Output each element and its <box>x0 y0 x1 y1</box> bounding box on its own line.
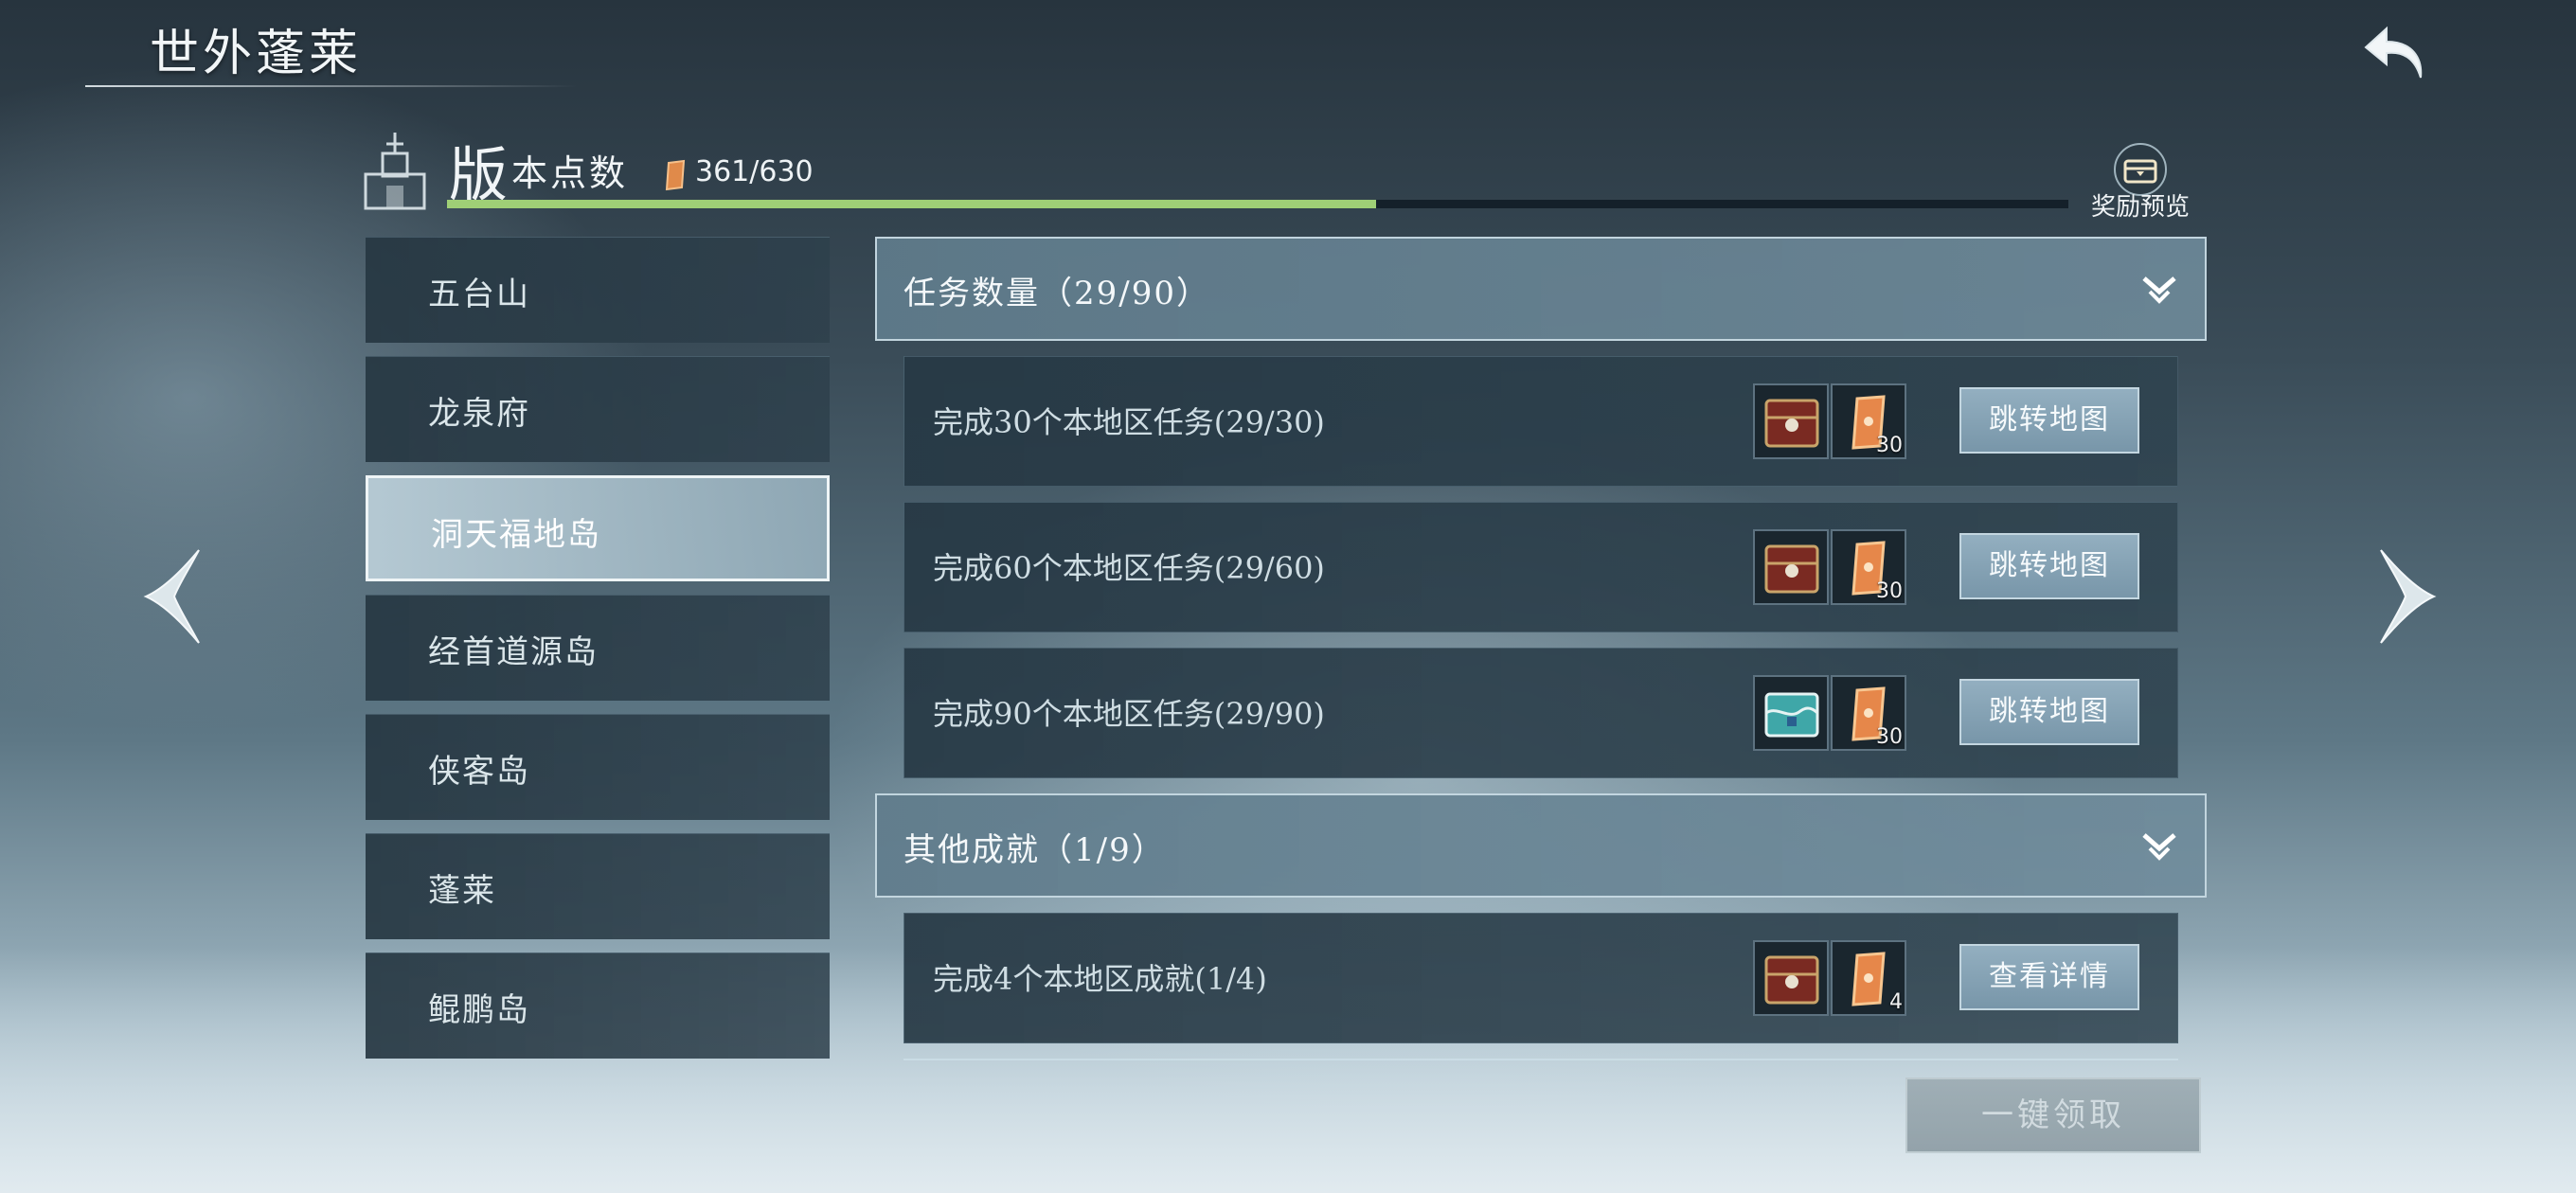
red-chest-icon <box>1764 955 1819 1005</box>
reward-slot[interactable] <box>1753 383 1829 459</box>
reward-quantity: 30 <box>1876 725 1903 749</box>
version-title-small: 本点数 <box>511 152 629 194</box>
jump-to-map-button[interactable]: 跳转地图 <box>1959 679 2139 745</box>
claim-all-button[interactable]: 一键领取 <box>1905 1077 2201 1153</box>
task-text: 完成90个本地区任务(29/90) <box>933 696 1325 732</box>
reward-preview-label: 奖励预览 <box>2090 193 2190 222</box>
reward-slot[interactable] <box>1753 675 1829 751</box>
sidebar-item-penglai[interactable]: 蓬莱 <box>366 833 830 939</box>
sidebar-item-label: 侠客岛 <box>428 753 530 791</box>
jump-to-map-button[interactable]: 跳转地图 <box>1959 533 2139 599</box>
reward-slot[interactable]: 4 <box>1831 940 1906 1016</box>
task-text: 完成60个本地区任务(29/60) <box>933 550 1325 586</box>
section-header-task-count[interactable]: 任务数量（29/90） <box>875 237 2207 341</box>
version-progress-bar <box>447 200 2068 208</box>
reward-quantity: 30 <box>1876 579 1903 603</box>
section-title: 其他成就（1/9） <box>903 831 1166 869</box>
scroll-point-icon <box>665 159 686 191</box>
sidebar-item-label: 洞天福地岛 <box>431 516 601 554</box>
section-title: 任务数量（29/90） <box>903 275 1210 312</box>
task-row: 完成4个本地区成就(1/4) 4 查看详情 <box>903 913 2178 1043</box>
version-points-row: 版 本点数 361/630 <box>362 131 2199 216</box>
red-chest-icon <box>1764 544 1819 594</box>
chevron-down-icon <box>2142 833 2176 861</box>
reward-slot[interactable]: 30 <box>1831 529 1906 605</box>
reward-slot[interactable]: 30 <box>1831 383 1906 459</box>
sidebar-item-wutaishan[interactable]: 五台山 <box>366 237 830 343</box>
reward-quantity: 4 <box>1889 990 1903 1014</box>
task-row: 完成30个本地区任务(29/30) 30 跳转地图 <box>903 356 2178 487</box>
task-text: 完成4个本地区成就(1/4) <box>933 961 1267 997</box>
reward-slot[interactable]: 30 <box>1831 675 1906 751</box>
task-text: 完成30个本地区任务(29/30) <box>933 404 1325 440</box>
return-arrow-icon <box>2364 26 2423 79</box>
next-page-arrow-icon[interactable] <box>2371 544 2438 649</box>
reward-slot[interactable] <box>1753 529 1829 605</box>
sidebar-item-label: 鲲鹏岛 <box>428 991 530 1029</box>
sidebar-item-label: 龙泉府 <box>428 395 530 433</box>
previous-page-arrow-icon[interactable] <box>142 544 208 649</box>
sidebar-item-label: 五台山 <box>428 276 530 313</box>
teal-chest-icon <box>1764 692 1819 738</box>
sidebar-item-label: 经首道源岛 <box>428 633 599 671</box>
version-points-count: 361/630 <box>695 155 814 188</box>
back-button[interactable] <box>2358 21 2434 87</box>
tower-icon <box>364 133 426 210</box>
version-progress-fill <box>447 200 1376 208</box>
reward-preview-button[interactable]: 奖励预览 <box>2084 142 2197 227</box>
reward-quantity: 30 <box>1876 434 1903 457</box>
task-row: 完成60个本地区任务(29/60) 30 跳转地图 <box>903 502 2178 632</box>
header-divider <box>85 85 578 87</box>
list-divider <box>903 1059 2178 1060</box>
sidebar-item-longquanfu[interactable]: 龙泉府 <box>366 356 830 462</box>
chevron-down-icon <box>2142 276 2176 304</box>
sidebar-item-xiakedao[interactable]: 侠客岛 <box>366 714 830 820</box>
section-header-other-achievements[interactable]: 其他成就（1/9） <box>875 793 2207 898</box>
page-title: 世外蓬莱 <box>150 26 363 82</box>
reward-slot[interactable] <box>1753 940 1829 1016</box>
view-details-button[interactable]: 查看详情 <box>1959 944 2139 1010</box>
task-row: 完成90个本地区任务(29/90) 30 跳转地图 <box>903 648 2178 778</box>
sidebar-item-dongtianfudidao[interactable]: 洞天福地岛 <box>366 475 830 581</box>
jump-to-map-button[interactable]: 跳转地图 <box>1959 387 2139 454</box>
sidebar-item-label: 蓬莱 <box>428 872 496 910</box>
sidebar-item-jingshoudaoyuandao[interactable]: 经首道源岛 <box>366 595 830 701</box>
red-chest-icon <box>1764 399 1819 448</box>
sidebar-item-kunpengdao[interactable]: 鲲鹏岛 <box>366 953 830 1059</box>
